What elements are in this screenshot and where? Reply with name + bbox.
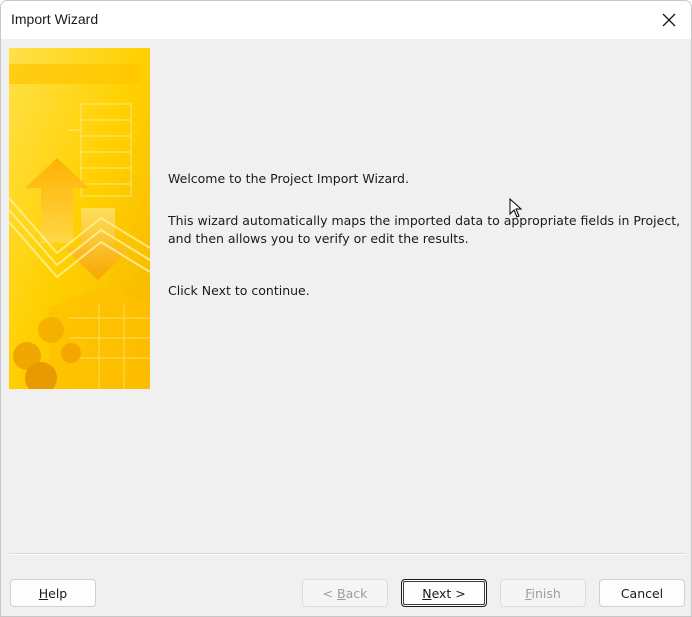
close-button[interactable]: [647, 1, 691, 39]
mouse-cursor-icon: [509, 198, 523, 218]
button-separator: [9, 553, 685, 555]
instruction-text: Click Next to continue.: [168, 283, 310, 298]
description-text: This wizard automatically maps the impor…: [168, 213, 681, 246]
help-button[interactable]: Help: [10, 579, 96, 607]
finish-button[interactable]: Finish: [500, 579, 586, 607]
close-icon: [662, 13, 676, 27]
help-button-label: Help: [38, 585, 68, 601]
cancel-button-label: Cancel: [620, 585, 664, 601]
welcome-text: Welcome to the Project Import Wizard.: [168, 171, 409, 186]
title-bar: Import Wizard: [1, 1, 691, 39]
wizard-banner-illustration: [9, 48, 150, 389]
window-title: Import Wizard: [11, 11, 99, 27]
next-button-label: Next >: [422, 585, 466, 601]
back-button[interactable]: < Back: [302, 579, 388, 607]
next-button[interactable]: Next >: [401, 579, 487, 607]
import-wizard-window: Import Wizard Welcome to the Project Imp…: [0, 0, 692, 617]
back-button-label: < Back: [322, 585, 368, 601]
cancel-button[interactable]: Cancel: [599, 579, 685, 607]
finish-button-label: Finish: [525, 585, 561, 601]
